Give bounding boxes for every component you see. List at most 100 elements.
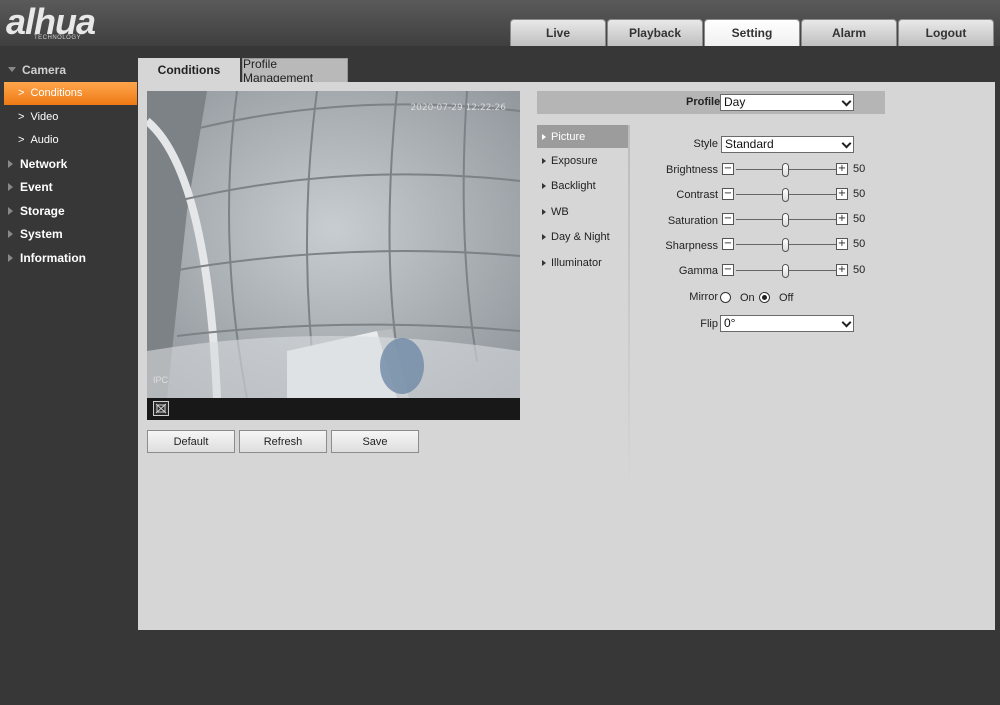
sidebar-group-network[interactable]: Network <box>0 152 138 176</box>
sidebar: Camera > Conditions > Video > Audio Netw… <box>0 58 138 270</box>
gamma-slider[interactable]: − + 50 <box>722 264 865 278</box>
plus-icon[interactable]: + <box>836 188 848 200</box>
default-button[interactable]: Default <box>147 430 235 453</box>
saturation-slider[interactable]: − + 50 <box>722 213 865 227</box>
plus-icon[interactable]: + <box>836 238 848 250</box>
save-button[interactable]: Save <box>331 430 419 453</box>
flip-select-value: 0° <box>724 316 736 330</box>
slider-thumb[interactable] <box>782 213 789 227</box>
caret-right-icon <box>8 206 13 215</box>
contrast-slider[interactable]: − + 50 <box>722 188 865 202</box>
submenu-label: Exposure <box>551 154 598 167</box>
profile-select[interactable]: Day <box>720 94 854 111</box>
flip-label: Flip <box>700 318 718 330</box>
caret-right-icon <box>542 259 546 266</box>
submenu-illuminator[interactable]: Illuminator <box>537 250 628 276</box>
sidebar-item-label: Video <box>30 110 59 123</box>
sidebar-group-label: Camera <box>22 62 67 77</box>
mirror-off-radio[interactable] <box>759 292 770 303</box>
slider-thumb[interactable] <box>782 188 789 202</box>
submenu-label: Picture <box>551 130 586 143</box>
sidebar-group-label: Information <box>20 250 86 265</box>
slider-thumb[interactable] <box>782 238 789 252</box>
submenu-wb[interactable]: WB <box>537 199 628 225</box>
nav-tab-alarm[interactable]: Alarm <box>801 19 897 46</box>
sidebar-group-storage[interactable]: Storage <box>0 199 138 223</box>
caret-right-icon <box>8 159 13 168</box>
chevron-right-icon: > <box>18 87 25 100</box>
sidebar-group-system[interactable]: System <box>0 223 138 247</box>
mirror-on-radio[interactable] <box>720 292 731 303</box>
caret-right-icon <box>542 133 546 140</box>
chevron-right-icon: > <box>18 134 25 147</box>
style-select[interactable]: Standard <box>721 136 854 153</box>
dahua-logo: alhua TECHNOLOGY <box>6 2 126 44</box>
sidebar-group-label: System <box>20 227 63 242</box>
sidebar-group-camera[interactable]: Camera <box>0 58 138 82</box>
flip-select[interactable]: 0° <box>720 315 854 332</box>
mirror-off-label: Off <box>779 292 794 304</box>
minus-icon[interactable]: − <box>722 213 734 225</box>
sidebar-item-audio[interactable]: > Audio <box>0 129 138 153</box>
sidebar-item-conditions[interactable]: > Conditions <box>4 81 137 105</box>
submenu-label: Backlight <box>551 180 596 193</box>
submenu-label: Day & Night <box>551 231 610 244</box>
nav-tab-live[interactable]: Live <box>510 19 606 46</box>
plus-icon[interactable]: + <box>836 213 848 225</box>
contrast-label: Contrast <box>676 189 718 201</box>
sidebar-group-information[interactable]: Information <box>0 246 138 270</box>
gamma-label: Gamma <box>678 265 718 277</box>
profile-bar: Profile Day <box>537 91 885 114</box>
sharpness-slider[interactable]: − + 50 <box>722 238 865 252</box>
gamma-value: 50 <box>853 264 866 276</box>
contrast-value: 50 <box>853 188 866 200</box>
mirror-on-label: On <box>740 292 755 304</box>
plus-icon[interactable]: + <box>836 163 848 175</box>
mirror-label: Mirror <box>689 291 718 303</box>
video-timestamp: 2020-07-29 12:22:26 <box>410 103 506 113</box>
caret-right-icon <box>542 208 546 215</box>
tab-profile-management[interactable]: Profile Management <box>242 57 348 85</box>
nav-tab-setting[interactable]: Setting <box>704 19 800 46</box>
submenu-day-night[interactable]: Day & Night <box>537 225 628 251</box>
submenu-exposure[interactable]: Exposure <box>537 148 628 174</box>
submenu-picture[interactable]: Picture <box>537 125 628 148</box>
slider-thumb[interactable] <box>782 163 789 177</box>
sidebar-group-label: Storage <box>20 203 65 218</box>
nav-tab-logout[interactable]: Logout <box>898 19 994 46</box>
profile-select-value: Day <box>724 95 746 109</box>
caret-right-icon <box>8 230 13 239</box>
sharpness-value: 50 <box>853 238 866 250</box>
refresh-button[interactable]: Refresh <box>239 430 327 453</box>
sidebar-group-event[interactable]: Event <box>0 176 138 200</box>
minus-icon[interactable]: − <box>722 163 734 175</box>
minus-icon[interactable]: − <box>722 238 734 250</box>
top-nav: Live Playback Setting Alarm Logout <box>510 19 994 46</box>
style-select-value: Standard <box>725 137 774 151</box>
brightness-label: Brightness <box>666 164 718 176</box>
submenu-label: WB <box>551 205 569 218</box>
sidebar-item-label: Conditions <box>30 87 83 100</box>
caret-right-icon <box>8 253 13 262</box>
sharpness-label: Sharpness <box>665 240 718 252</box>
slider-thumb[interactable] <box>782 264 789 278</box>
nav-tab-playback[interactable]: Playback <box>607 19 703 46</box>
minus-icon[interactable]: − <box>722 264 734 276</box>
brightness-value: 50 <box>853 163 866 175</box>
brightness-slider[interactable]: − + 50 <box>722 163 865 177</box>
video-preview: 2020-07-29 12:22:26 IPC <box>147 91 520 398</box>
caret-right-icon <box>542 234 546 241</box>
caret-right-icon <box>542 157 546 164</box>
caret-down-icon <box>8 67 16 73</box>
minus-icon[interactable]: − <box>722 188 734 200</box>
fullscreen-icon[interactable] <box>153 401 169 416</box>
header-bar: alhua TECHNOLOGY Live Playback Setting A… <box>0 0 1000 46</box>
submenu-backlight[interactable]: Backlight <box>537 174 628 200</box>
submenu-divider <box>628 125 630 495</box>
fullscreen-glyph <box>155 403 167 414</box>
plus-icon[interactable]: + <box>836 264 848 276</box>
tab-conditions[interactable]: Conditions <box>138 58 240 82</box>
caret-right-icon <box>542 183 546 190</box>
conditions-submenu: Picture Exposure Backlight WB Day & Nigh… <box>537 125 628 276</box>
sidebar-item-video[interactable]: > Video <box>0 105 138 129</box>
